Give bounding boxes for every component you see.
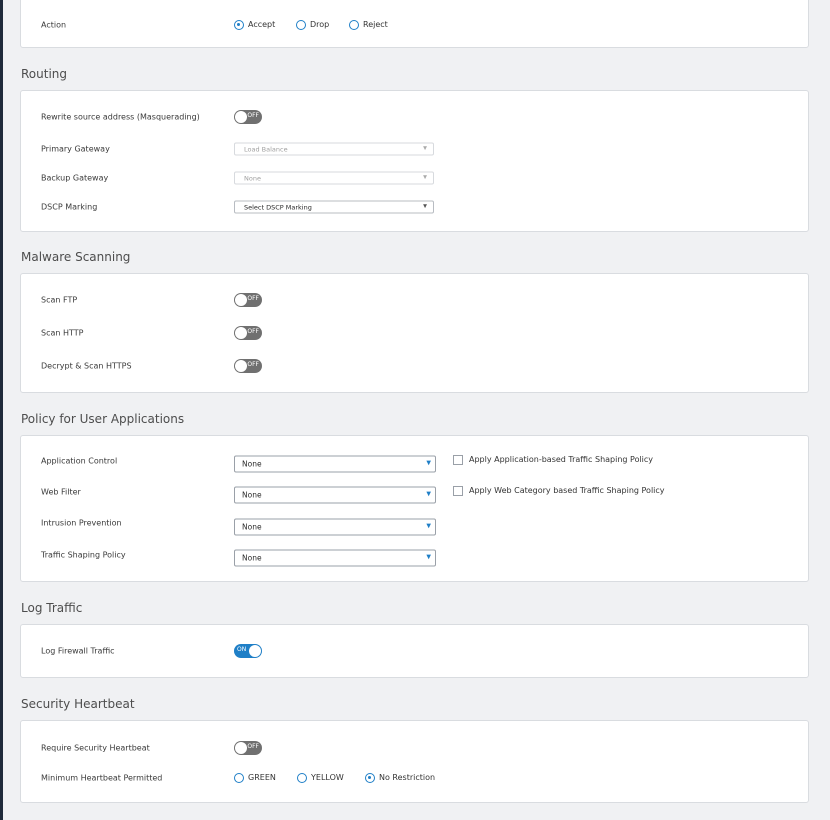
- scan-http-row: Scan HTTP OFF: [21, 322, 808, 344]
- radio-reject-label: Reject: [363, 20, 388, 29]
- checkbox-box[interactable]: [453, 455, 463, 465]
- log-firewall-label: Log Firewall Traffic: [41, 646, 115, 656]
- checkbox-box[interactable]: [453, 486, 463, 496]
- radio-reject-circle[interactable]: [349, 20, 359, 30]
- toggle-knob: [235, 360, 247, 372]
- toggle-state: OFF: [247, 112, 259, 119]
- web-filter-label: Web Filter: [41, 487, 81, 497]
- radio-yellow-circle[interactable]: [297, 773, 307, 783]
- decrypt-https-toggle[interactable]: OFF: [234, 359, 262, 373]
- chevron-down-icon: ▼: [426, 459, 431, 467]
- app-shaping-label: Apply Application-based Traffic Shaping …: [469, 455, 654, 464]
- routing-card: Rewrite source address (Masquerading) OF…: [20, 90, 809, 232]
- backup-gateway-label: Backup Gateway: [41, 173, 109, 183]
- traffic-shaping-row: Traffic Shaping Policy None ▼: [21, 547, 808, 569]
- primary-gateway-value: Load Balance: [244, 145, 288, 154]
- toggle-knob: [249, 645, 261, 657]
- action-label: Action: [41, 20, 67, 30]
- decrypt-https-label: Decrypt & Scan HTTPS: [41, 361, 132, 371]
- toggle-knob: [235, 111, 247, 123]
- masquerading-row: Rewrite source address (Masquerading) OF…: [21, 106, 808, 128]
- decrypt-https-row: Decrypt & Scan HTTPS OFF: [21, 355, 808, 377]
- dscp-value: Select DSCP Marking: [244, 203, 312, 212]
- radio-accept-circle[interactable]: [234, 20, 244, 30]
- app-control-label: Application Control: [41, 456, 118, 466]
- app-control-row: Application Control None ▼ Apply Applica…: [21, 453, 808, 475]
- dscp-row: DSCP Marking Select DSCP Marking ▼: [21, 196, 808, 218]
- toggle-knob: [235, 742, 247, 754]
- web-filter-value: None: [242, 490, 262, 500]
- require-heartbeat-label: Require Security Heartbeat: [41, 743, 150, 753]
- routing-title: Routing: [21, 67, 68, 81]
- dscp-select[interactable]: Select DSCP Marking ▼: [234, 200, 434, 214]
- traffic-shaping-select[interactable]: None ▼: [234, 549, 436, 567]
- minimum-heartbeat-label: Minimum Heartbeat Permitted: [41, 773, 163, 783]
- chevron-down-icon: ▼: [423, 174, 427, 181]
- app-control-select[interactable]: None ▼: [234, 455, 436, 473]
- action-card: Action Accept Drop Reject: [20, 0, 809, 48]
- scan-ftp-row: Scan FTP OFF: [21, 289, 808, 311]
- scan-ftp-label: Scan FTP: [41, 295, 78, 305]
- radio-drop-label: Drop: [310, 20, 330, 29]
- heartbeat-card: Require Security Heartbeat OFF Minimum H…: [20, 720, 809, 803]
- web-shaping-label: Apply Web Category based Traffic Shaping…: [469, 486, 665, 495]
- web-filter-row: Web Filter None ▼ Apply Web Category bas…: [21, 484, 808, 506]
- traffic-shaping-value: None: [242, 553, 262, 563]
- chevron-down-icon: ▼: [426, 553, 431, 561]
- heartbeat-title: Security Heartbeat: [21, 697, 135, 711]
- malware-card: Scan FTP OFF Scan HTTP OFF Decrypt & Sca…: [20, 273, 809, 393]
- policy-title: Policy for User Applications: [21, 412, 185, 426]
- malware-title: Malware Scanning: [21, 250, 131, 264]
- ips-row: Intrusion Prevention None ▼: [21, 516, 808, 538]
- traffic-shaping-label: Traffic Shaping Policy: [41, 550, 126, 560]
- radio-no-restriction-label: No Restriction: [379, 773, 436, 782]
- minimum-heartbeat-row: Minimum Heartbeat Permitted GREEN YELLOW…: [21, 767, 808, 789]
- radio-no-restriction-circle[interactable]: [365, 773, 375, 783]
- toggle-state: ON: [237, 646, 247, 653]
- radio-green-circle[interactable]: [234, 773, 244, 783]
- log-title: Log Traffic: [21, 601, 83, 615]
- chevron-down-icon: ▼: [426, 522, 431, 530]
- radio-accept-label: Accept: [248, 20, 276, 29]
- dscp-label: DSCP Marking: [41, 202, 98, 212]
- toggle-knob: [235, 327, 247, 339]
- require-heartbeat-toggle[interactable]: OFF: [234, 741, 262, 755]
- sidebar-edge: [0, 0, 3, 820]
- radio-yellow-label: YELLOW: [311, 773, 344, 782]
- ips-value: None: [242, 522, 262, 532]
- app-control-value: None: [242, 459, 262, 469]
- primary-gateway-label: Primary Gateway: [41, 144, 110, 154]
- toggle-state: OFF: [247, 361, 259, 368]
- scan-ftp-toggle[interactable]: OFF: [234, 293, 262, 307]
- toggle-knob: [235, 294, 247, 306]
- masquerading-toggle[interactable]: OFF: [234, 110, 262, 124]
- require-heartbeat-row: Require Security Heartbeat OFF: [21, 737, 808, 759]
- ips-label: Intrusion Prevention: [41, 518, 122, 528]
- chevron-down-icon: ▼: [423, 145, 427, 152]
- backup-gateway-row: Backup Gateway None ▼: [21, 167, 808, 189]
- toggle-state: OFF: [247, 743, 259, 750]
- log-card: Log Firewall Traffic ON: [20, 624, 809, 678]
- toggle-state: OFF: [247, 328, 259, 335]
- chevron-down-icon: ▼: [423, 203, 427, 210]
- action-row: Action Accept Drop Reject: [21, 14, 808, 36]
- radio-green-label: GREEN: [248, 773, 276, 782]
- masquerading-label: Rewrite source address (Masquerading): [41, 112, 200, 122]
- web-filter-select[interactable]: None ▼: [234, 486, 436, 504]
- scan-http-toggle[interactable]: OFF: [234, 326, 262, 340]
- scan-http-label: Scan HTTP: [41, 328, 84, 338]
- log-firewall-row: Log Firewall Traffic ON: [21, 640, 808, 662]
- primary-gateway-select[interactable]: Load Balance ▼: [234, 142, 434, 156]
- ips-select[interactable]: None ▼: [234, 518, 436, 536]
- backup-gateway-value: None: [244, 174, 261, 183]
- log-firewall-toggle[interactable]: ON: [234, 644, 262, 658]
- radio-drop-circle[interactable]: [296, 20, 306, 30]
- chevron-down-icon: ▼: [426, 490, 431, 498]
- policy-card: Application Control None ▼ Apply Applica…: [20, 435, 809, 582]
- backup-gateway-select[interactable]: None ▼: [234, 171, 434, 185]
- primary-gateway-row: Primary Gateway Load Balance ▼: [21, 138, 808, 160]
- toggle-state: OFF: [247, 295, 259, 302]
